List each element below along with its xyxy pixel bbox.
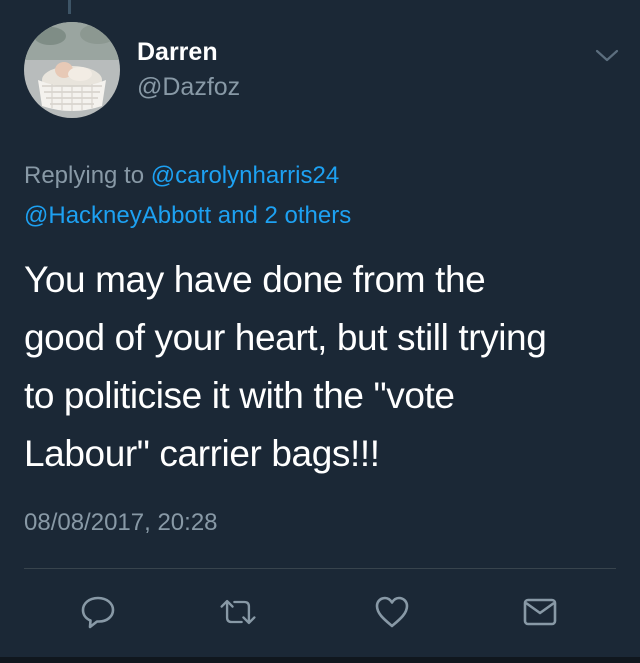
tweet-text-line: Labour" carrier bags!!! xyxy=(24,433,380,474)
like-icon xyxy=(375,596,409,628)
replying-to-label: Replying to xyxy=(24,162,145,189)
avatar[interactable] xyxy=(24,22,120,118)
avatar-image xyxy=(24,22,120,118)
chevron-down-icon[interactable] xyxy=(594,46,620,66)
reply-icon xyxy=(81,596,115,629)
reply-context-line-1: Replying to @carolynharris24 xyxy=(24,160,339,192)
others-link[interactable]: and 2 others xyxy=(218,202,351,229)
thread-connector-line xyxy=(68,0,71,14)
like-button[interactable] xyxy=(372,594,412,630)
direct-message-button[interactable] xyxy=(520,594,560,630)
mention-link[interactable]: @HackneyAbbott xyxy=(24,202,211,229)
divider xyxy=(24,568,616,569)
mention-link[interactable]: @carolynharris24 xyxy=(151,162,339,189)
reply-button[interactable] xyxy=(78,594,118,630)
tweet-timestamp: 08/08/2017, 20:28 xyxy=(24,509,218,536)
reply-context-line-2: @HackneyAbbott and 2 others xyxy=(24,200,351,232)
direct-message-icon xyxy=(523,598,557,626)
bottom-border xyxy=(0,657,640,663)
tweet-text-line: You may have done from the xyxy=(24,259,486,300)
retweet-button[interactable] xyxy=(218,594,258,630)
author-handle[interactable]: @Dazfoz xyxy=(137,71,240,103)
tweet-text-line: to politicise it with the "vote xyxy=(24,375,455,416)
tweet-text-line: good of your heart, but still trying xyxy=(24,317,547,358)
retweet-icon xyxy=(220,599,256,625)
tweet-text: You may have done from the good of your … xyxy=(24,251,620,483)
author-display-name[interactable]: Darren xyxy=(137,36,218,68)
